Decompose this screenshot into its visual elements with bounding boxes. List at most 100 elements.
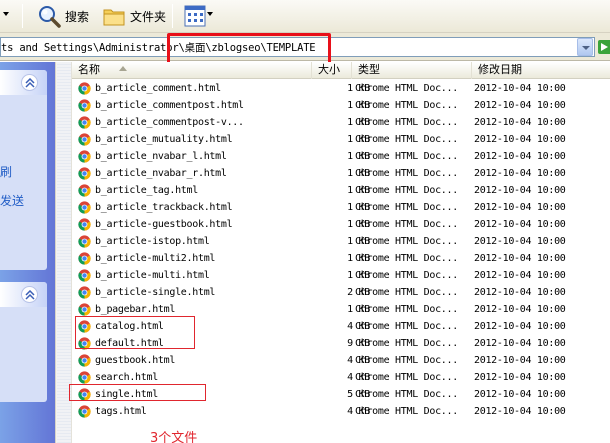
file-row[interactable]: b_article_nvabar_r.html 1 KB Chrome HTML… bbox=[72, 165, 610, 182]
file-row[interactable]: b_article_mutuality.html 1 KB Chrome HTM… bbox=[72, 131, 610, 148]
chrome-icon bbox=[78, 286, 91, 299]
file-type: Chrome HTML Doc... bbox=[355, 168, 458, 179]
chrome-icon bbox=[78, 269, 91, 282]
sort-arrow-icon bbox=[119, 66, 127, 71]
file-row[interactable]: b_article_trackback.html 1 KB Chrome HTM… bbox=[72, 199, 610, 216]
file-modified: 2012-10-04 10:00 bbox=[474, 219, 566, 230]
file-type: Chrome HTML Doc... bbox=[355, 151, 458, 162]
column-header-name[interactable]: 名称 bbox=[72, 62, 312, 79]
file-name: b_article-guestbook.html bbox=[95, 219, 233, 230]
column-header-type[interactable]: 类型 bbox=[352, 62, 472, 79]
file-row[interactable]: b_article_tag.html 1 KB Chrome HTML Doc.… bbox=[72, 182, 610, 199]
chrome-icon bbox=[78, 201, 91, 214]
chrome-icon bbox=[78, 184, 91, 197]
file-row[interactable]: b_article-single.html 2 KB Chrome HTML D… bbox=[72, 284, 610, 301]
file-type: Chrome HTML Doc... bbox=[355, 185, 458, 196]
file-type: Chrome HTML Doc... bbox=[355, 321, 458, 332]
file-modified: 2012-10-04 10:00 bbox=[474, 270, 566, 281]
file-modified: 2012-10-04 10:00 bbox=[474, 389, 566, 400]
column-header-modified[interactable]: 修改日期 bbox=[472, 62, 610, 79]
file-modified: 2012-10-04 10:00 bbox=[474, 321, 566, 332]
views-grid-icon bbox=[184, 5, 206, 27]
column-header-size-label: 大小 bbox=[318, 63, 340, 76]
file-type: Chrome HTML Doc... bbox=[355, 100, 458, 111]
chrome-icon bbox=[78, 303, 91, 316]
chrome-icon bbox=[78, 218, 91, 231]
task-pane-group-header[interactable] bbox=[0, 70, 47, 95]
file-name: b_article_tag.html bbox=[95, 185, 198, 196]
file-type: Chrome HTML Doc... bbox=[355, 219, 458, 230]
file-row[interactable]: b_article-guestbook.html 1 KB Chrome HTM… bbox=[72, 216, 610, 233]
file-modified: 2012-10-04 10:00 bbox=[474, 83, 566, 94]
toolbar-separator bbox=[172, 4, 173, 28]
search-button-label: 搜索 bbox=[65, 9, 90, 24]
file-type: Chrome HTML Doc... bbox=[355, 253, 458, 264]
file-name: b_article-multi2.html bbox=[95, 253, 216, 264]
folders-button[interactable]: 文件夹 bbox=[98, 3, 170, 29]
column-header-name-label: 名称 bbox=[78, 63, 100, 76]
chrome-icon bbox=[78, 405, 91, 418]
chrome-icon bbox=[78, 371, 91, 384]
file-row[interactable]: b_article_commentpost.html 1 KB Chrome H… bbox=[72, 97, 610, 114]
chrome-icon bbox=[78, 167, 91, 180]
task-pane-group-header[interactable] bbox=[0, 282, 47, 307]
file-row[interactable]: b_article-istop.html 1 KB Chrome HTML Do… bbox=[72, 233, 610, 250]
views-dropdown-arrow-icon[interactable] bbox=[207, 12, 213, 16]
chrome-icon bbox=[78, 99, 91, 112]
file-row[interactable]: b_article-multi.html 1 KB Chrome HTML Do… bbox=[72, 267, 610, 284]
folder-icon bbox=[103, 9, 125, 26]
search-button[interactable]: 搜索 bbox=[33, 3, 93, 29]
file-name: b_article-multi.html bbox=[95, 270, 210, 281]
file-modified: 2012-10-04 10:00 bbox=[474, 253, 566, 264]
file-modified: 2012-10-04 10:00 bbox=[474, 236, 566, 247]
toolbar-separator bbox=[22, 4, 23, 28]
file-row[interactable]: b_article_commentpost-v... 1 KB Chrome H… bbox=[72, 114, 610, 131]
file-modified: 2012-10-04 10:00 bbox=[474, 100, 566, 111]
file-name: guestbook.html bbox=[95, 355, 176, 366]
views-button[interactable] bbox=[180, 3, 210, 29]
search-icon bbox=[39, 6, 61, 28]
file-modified: 2012-10-04 10:00 bbox=[474, 355, 566, 366]
file-modified: 2012-10-04 10:00 bbox=[474, 287, 566, 298]
task-pane-group bbox=[0, 282, 47, 402]
file-modified: 2012-10-04 10:00 bbox=[474, 134, 566, 145]
file-type: Chrome HTML Doc... bbox=[355, 83, 458, 94]
file-row[interactable]: guestbook.html 4 KB Chrome HTML Doc... 2… bbox=[72, 352, 610, 369]
chrome-icon bbox=[78, 150, 91, 163]
file-type: Chrome HTML Doc... bbox=[355, 338, 458, 349]
file-type: Chrome HTML Doc... bbox=[355, 406, 458, 417]
column-header-bar: 名称 大小 类型 修改日期 bbox=[72, 62, 610, 79]
collapse-button[interactable] bbox=[21, 286, 38, 303]
file-modified: 2012-10-04 10:00 bbox=[474, 185, 566, 196]
file-type: Chrome HTML Doc... bbox=[355, 304, 458, 315]
back-dropdown-arrow-icon[interactable] bbox=[3, 12, 9, 16]
file-name: b_article_nvabar_r.html bbox=[95, 168, 227, 179]
column-header-modified-label: 修改日期 bbox=[478, 63, 522, 76]
column-header-size[interactable]: 大小 bbox=[312, 62, 352, 79]
file-type: Chrome HTML Doc... bbox=[355, 355, 458, 366]
collapse-button[interactable] bbox=[21, 74, 38, 91]
chevron-up-icon bbox=[25, 290, 35, 300]
file-row[interactable]: b_article_nvabar_l.html 1 KB Chrome HTML… bbox=[72, 148, 610, 165]
column-header-type-label: 类型 bbox=[358, 63, 380, 76]
chrome-icon bbox=[78, 252, 91, 265]
file-name: b_article_commentpost-v... bbox=[95, 117, 244, 128]
file-name: b_article_commentpost.html bbox=[95, 100, 244, 111]
file-modified: 2012-10-04 10:00 bbox=[474, 338, 566, 349]
file-name: b_article-single.html bbox=[95, 287, 216, 298]
go-button[interactable] bbox=[598, 40, 610, 54]
chrome-icon bbox=[78, 133, 91, 146]
file-row[interactable]: b_article-multi2.html 1 KB Chrome HTML D… bbox=[72, 250, 610, 267]
task-link[interactable]: 发送 bbox=[0, 192, 24, 209]
file-modified: 2012-10-04 10:00 bbox=[474, 406, 566, 417]
file-row[interactable]: tags.html 4 KB Chrome HTML Doc... 2012-1… bbox=[72, 403, 610, 420]
file-type: Chrome HTML Doc... bbox=[355, 202, 458, 213]
file-modified: 2012-10-04 10:00 bbox=[474, 304, 566, 315]
file-modified: 2012-10-04 10:00 bbox=[474, 168, 566, 179]
file-row[interactable]: b_article_comment.html 1 KB Chrome HTML … bbox=[72, 80, 610, 97]
toolbar: 搜索 文件夹 bbox=[0, 0, 610, 33]
file-type: Chrome HTML Doc... bbox=[355, 134, 458, 145]
chrome-icon bbox=[78, 354, 91, 367]
address-dropdown-button[interactable] bbox=[577, 38, 593, 56]
task-link[interactable]: 刷 bbox=[0, 163, 12, 180]
